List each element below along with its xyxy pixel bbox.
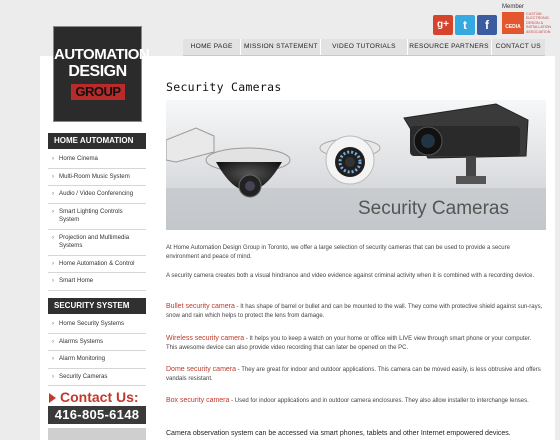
sidebar-item-home-cinema[interactable]: › Home Cinema	[48, 151, 146, 169]
logo-text-group: GROUP	[71, 84, 125, 100]
dome-camera-paragraph: Dome security camera - They are great fo…	[166, 365, 544, 385]
sidebar-item-smart-lighting[interactable]: › Smart Lighting Controls System	[48, 204, 146, 230]
cedia-logo[interactable]: CEDIA	[502, 12, 524, 34]
cedia-description: CUSTOM ELECTRONIC DESIGN & INSTALLATION …	[526, 12, 552, 34]
nav-resource-partners[interactable]: RESOURCE PARTNERS	[408, 39, 492, 55]
sidebar-item-multi-room-music[interactable]: › Multi-Room Music System	[48, 169, 146, 186]
hero-image: Security Cameras	[166, 100, 546, 230]
logo-text-design: DESIGN	[68, 63, 127, 80]
bullet-icon: ›	[52, 278, 54, 284]
sidebar-item-label: Home Security Systems	[59, 320, 125, 327]
bullet-icon: ›	[52, 191, 54, 197]
twitter-icon[interactable]: t	[455, 15, 475, 35]
sidebar-list-home-automation: › Home Cinema › Multi-Room Music System › A…	[48, 151, 146, 291]
sidebar-item-alarms[interactable]: › Alarms Systems	[48, 334, 146, 351]
sidebar-thumbnail-image[interactable]	[48, 428, 146, 440]
sidebar-item-security-cameras[interactable]: › Security Cameras	[48, 369, 146, 386]
box-camera-text: - Used for indoor applications and in ou…	[229, 398, 529, 404]
sidebar-item-label: Audio / Video Conferencing	[59, 190, 134, 197]
google-plus-icon[interactable]: g+	[433, 15, 453, 35]
intro-paragraph: At Home Automation Design Group in Toron…	[166, 245, 510, 261]
nav-video-tutorials[interactable]: VIDEO TUTORIALS	[321, 39, 408, 55]
sidebar-item-label: Projection and Multimedia Systems	[59, 233, 130, 250]
bullet-camera-link[interactable]: Bullet security camera	[166, 303, 235, 310]
bullet-icon: ›	[52, 156, 54, 162]
sidebar-item-label: Security Cameras	[59, 372, 108, 380]
box-camera-paragraph: Box security camera - Used for indoor ap…	[166, 396, 544, 406]
top-navigation: HOME PAGE MISSION STATEMENT VIDEO TUTORI…	[183, 39, 545, 56]
sidebar-list-security-system: › Home Security Systems › Alarms Systems ›…	[48, 316, 146, 386]
sidebar-item-smart-home[interactable]: › Smart Home	[48, 273, 146, 291]
intro-paragraph-2: A security camera creates both a visual …	[166, 273, 535, 279]
bullet-icon: ›	[52, 173, 54, 180]
bullet-icon: ›	[52, 208, 54, 215]
sidebar-item-home-automation-control[interactable]: › Home Automation & Control	[48, 256, 146, 273]
page-title: Security Cameras	[166, 80, 282, 94]
arrow-right-icon	[49, 393, 56, 403]
sidebar-item-label: Multi-Room Music System	[59, 172, 130, 180]
sidebar-item-label: Alarms Systems	[59, 337, 104, 345]
hero-caption: Security Cameras	[358, 198, 509, 219]
dome-camera-link[interactable]: Dome security camera	[166, 366, 236, 373]
nav-home-page[interactable]: HOME PAGE	[183, 39, 242, 55]
phone-number[interactable]: 416-805-6148	[48, 406, 146, 424]
bullet-icon: ›	[52, 260, 54, 267]
nav-contact-us[interactable]: CONTACT US	[492, 39, 545, 55]
sidebar-heading-home-automation: HOME AUTOMATION	[48, 133, 146, 149]
bullet-icon: ›	[52, 338, 54, 345]
sidebar-item-label: Smart Lighting Controls System	[59, 207, 123, 224]
sidebar-item-label: Smart Home	[59, 277, 94, 284]
bullet-icon: ›	[52, 234, 54, 241]
sidebar-item-label: Home Cinema	[59, 155, 98, 162]
sidebar-item-alarm-monitoring[interactable]: › Alarm Monitoring	[48, 351, 146, 369]
sidebar-heading-security-system: SECURITY SYSTEM	[48, 298, 146, 314]
sidebar-item-label: Home Automation & Control	[59, 259, 135, 267]
bullet-icon: ›	[52, 373, 54, 380]
sidebar-item-av-conferencing[interactable]: › Audio / Video Conferencing	[48, 186, 146, 204]
facebook-icon[interactable]: f	[477, 15, 497, 35]
closing-paragraph: Camera observation system can be accesse…	[166, 430, 511, 437]
box-camera-link[interactable]: Box security camera	[166, 397, 229, 404]
wireless-camera-paragraph: Wireless security camera - It helps you …	[166, 334, 544, 354]
sidebar-item-home-security[interactable]: › Home Security Systems	[48, 316, 146, 334]
sidebar-item-label: Alarm Monitoring	[59, 355, 106, 362]
wireless-camera-link[interactable]: Wireless security camera	[166, 335, 244, 342]
bullet-camera-paragraph: Bullet security camera - It has shape of…	[166, 302, 544, 322]
logo-text-automation: AUTOMATION	[54, 46, 150, 63]
site-logo[interactable]: AUTOMATION DESIGN GROUP	[54, 27, 150, 121]
bullet-icon: ›	[52, 356, 54, 362]
sidebar-item-projection-multimedia[interactable]: › Projection and Multimedia Systems	[48, 230, 146, 256]
member-label: Member	[502, 4, 525, 10]
contact-heading: Contact Us:	[60, 389, 139, 405]
bullet-icon: ›	[52, 321, 54, 327]
nav-mission-statement[interactable]: MISSION STATEMENT	[241, 39, 322, 55]
